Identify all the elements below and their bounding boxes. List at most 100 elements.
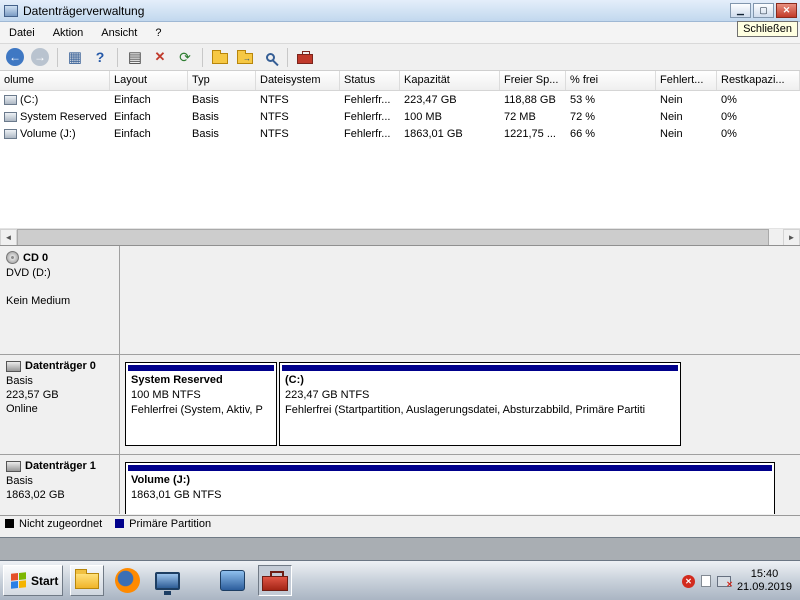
volume-row-system-reserved[interactable]: System Reserved Einfach Basis NTFS Fehle…	[0, 108, 800, 125]
search-icon[interactable]	[259, 46, 281, 68]
cell-restkapazitaet: 0%	[721, 127, 737, 140]
cell-status: Fehlerfr...	[344, 93, 391, 106]
column-header-freier-speicher[interactable]: Freier Sp...	[500, 71, 566, 90]
network-error-icon[interactable]	[716, 575, 733, 589]
firefox-button[interactable]	[110, 565, 144, 596]
minimize-button[interactable]: ▁	[730, 3, 751, 18]
window-titlebar[interactable]: Datenträgerverwaltung ▁ ▢ ✕	[0, 0, 800, 22]
partition-c[interactable]: (C:) 223,47 GB NTFS Fehlerfrei (Startpar…	[279, 362, 681, 446]
volume-name: (C:)	[20, 93, 39, 106]
partition-type-stripe	[128, 365, 274, 371]
column-header-layout[interactable]: Layout	[110, 71, 188, 90]
error-notification-icon[interactable]: ✕	[681, 574, 695, 588]
maximize-button[interactable]: ▢	[753, 3, 774, 18]
column-header-dateisystem[interactable]: Dateisystem	[256, 71, 340, 90]
windows-flag-icon	[11, 572, 26, 589]
start-button[interactable]: Start	[3, 565, 63, 596]
column-header-fehlertoleranz[interactable]: Fehlert...	[656, 71, 717, 90]
legend-primary-partition-label: Primäre Partition	[129, 517, 212, 530]
partition-j[interactable]: Volume (J:) 1863,01 GB NTFS	[125, 462, 775, 514]
scroll-right-button[interactable]: ►	[783, 229, 800, 246]
app-icon	[4, 4, 18, 17]
legend-primary-partition-swatch	[115, 519, 125, 528]
legend-unallocated-swatch	[5, 519, 14, 528]
cell-prozent-frei: 72 %	[570, 110, 596, 123]
cell-typ: Basis	[192, 110, 219, 123]
disk0-name: Datenträger 0	[25, 360, 96, 372]
disk1-name: Datenträger 1	[25, 460, 96, 472]
disk-management-taskbar-button[interactable]	[258, 565, 292, 596]
scroll-thumb[interactable]	[17, 229, 769, 246]
clock-time: 15:40	[750, 568, 779, 580]
event-log-icon[interactable]	[700, 575, 711, 587]
partition-title: Volume (J:)	[131, 474, 191, 486]
open-folder-icon[interactable]	[209, 46, 231, 68]
partition-type-stripe	[128, 465, 772, 471]
disk0-status: Online	[6, 403, 38, 415]
partition-size: 1863,01 GB NTFS	[131, 489, 222, 501]
back-arrow-icon: ←	[6, 48, 24, 66]
disk0-row[interactable]: Datenträger 0 Basis 223,57 GB Online Sys…	[0, 355, 800, 455]
folder-export-icon	[237, 50, 253, 64]
column-header-volume[interactable]: olume	[0, 71, 110, 90]
close-button[interactable]: ✕	[776, 3, 797, 18]
cell-typ: Basis	[192, 127, 219, 140]
volume-row-c[interactable]: (C:) Einfach Basis NTFS Fehlerfr... 223,…	[0, 91, 800, 108]
taskbar-clock[interactable]: 15:40 21.09.2019	[737, 568, 796, 594]
export-list-icon[interactable]	[234, 46, 256, 68]
column-header-status[interactable]: Status	[340, 71, 400, 90]
forward-icon[interactable]: →	[29, 46, 51, 68]
server-manager-button[interactable]	[215, 565, 249, 596]
delete-icon[interactable]	[149, 46, 171, 68]
horizontal-scrollbar[interactable]: ◄ ►	[0, 228, 800, 246]
menu-item-ansicht[interactable]: Ansicht	[92, 24, 146, 42]
cd-info[interactable]: CD 0 DVD (D:) Kein Medium	[0, 246, 120, 354]
disk1-info[interactable]: Datenträger 1 Basis 1863,02 GB	[0, 455, 120, 514]
menu-item-datei[interactable]: Datei	[0, 24, 44, 42]
disk0-type: Basis	[6, 375, 33, 387]
cell-status: Fehlerfr...	[344, 127, 391, 140]
disk1-row[interactable]: Datenträger 1 Basis 1863,02 GB Volume (J…	[0, 455, 800, 514]
partition-type-stripe	[282, 365, 678, 371]
partition-size: 100 MB NTFS	[131, 389, 201, 401]
volume-list: olume Layout Typ Dateisystem Status Kapa…	[0, 71, 800, 228]
cd-icon	[6, 251, 19, 264]
cell-fehlertoleranz: Nein	[660, 127, 683, 140]
column-header-typ[interactable]: Typ	[188, 71, 256, 90]
help-icon[interactable]	[89, 46, 111, 68]
toolbox-icon[interactable]	[294, 46, 316, 68]
cd-media-status: Kein Medium	[6, 295, 71, 307]
cell-dateisystem: NTFS	[260, 93, 289, 106]
taskbar: Start ✕ 15:40 21.09.2019	[0, 560, 800, 600]
legend-unallocated-label: Nicht zugeordnet	[19, 517, 103, 530]
cell-layout: Einfach	[114, 127, 151, 140]
firefox-icon	[114, 568, 140, 593]
menu-item-hilfe[interactable]: ?	[146, 24, 170, 42]
column-header-restkapazitaet[interactable]: Restkapazi...	[717, 71, 800, 90]
properties-icon[interactable]	[124, 46, 146, 68]
cell-dateisystem: NTFS	[260, 127, 289, 140]
cd-row[interactable]: CD 0 DVD (D:) Kein Medium	[0, 246, 800, 355]
refresh-icon[interactable]	[174, 46, 196, 68]
console-tree-icon[interactable]	[64, 46, 86, 68]
explorer-button[interactable]	[70, 565, 104, 596]
scroll-left-button[interactable]: ◄	[0, 229, 17, 246]
partition-system-reserved[interactable]: System Reserved 100 MB NTFS Fehlerfrei (…	[125, 362, 277, 446]
column-header-kapazitaet[interactable]: Kapazität	[400, 71, 500, 90]
toolbox-icon	[262, 571, 288, 591]
disk0-info[interactable]: Datenträger 0 Basis 223,57 GB Online	[0, 355, 120, 454]
cell-restkapazitaet: 0%	[721, 93, 737, 106]
volume-icon	[4, 128, 17, 139]
toolbar-separator	[117, 47, 118, 67]
menu-item-aktion[interactable]: Aktion	[44, 24, 93, 42]
volume-row-j[interactable]: Volume (J:) Einfach Basis NTFS Fehlerfr.…	[0, 125, 800, 142]
cell-dateisystem: NTFS	[260, 110, 289, 123]
cd-device: DVD (D:)	[6, 267, 51, 279]
partition-title: (C:)	[285, 374, 304, 386]
partition-size: 223,47 GB NTFS	[285, 389, 370, 401]
computer-button[interactable]	[150, 565, 184, 596]
back-icon[interactable]: ←	[4, 46, 26, 68]
toolbar-separator	[57, 47, 58, 67]
column-header-prozent-frei[interactable]: % frei	[566, 71, 656, 90]
toolbar-separator	[202, 47, 203, 67]
